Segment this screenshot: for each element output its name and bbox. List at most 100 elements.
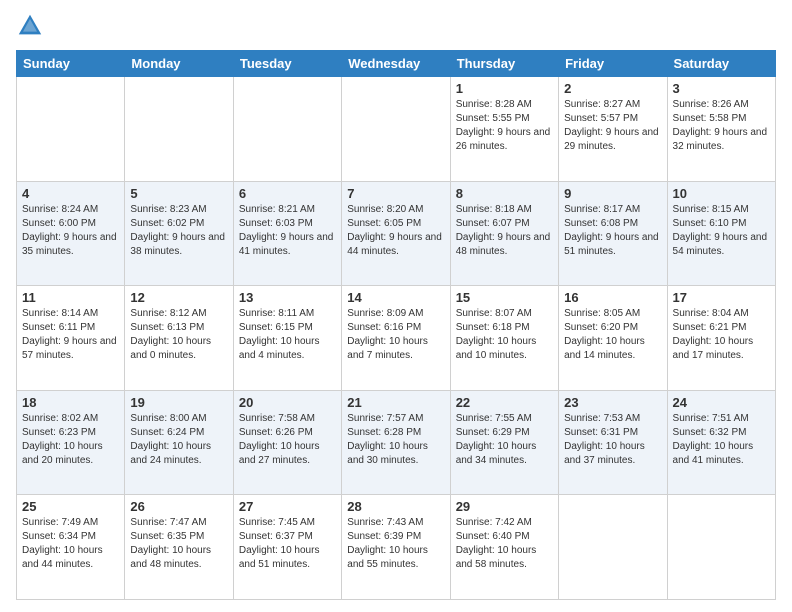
day-number: 5 (130, 186, 227, 201)
day-info: Sunrise: 7:57 AM Sunset: 6:28 PM Dayligh… (347, 412, 444, 468)
week-row-5: 25 Sunrise: 7:49 AM Sunset: 6:34 PM Dayli… (17, 495, 776, 600)
week-row-2: 4 Sunrise: 8:24 AM Sunset: 6:00 PM Daylig… (17, 181, 776, 286)
day-cell: 17 Sunrise: 8:04 AM Sunset: 6:21 PM Dayli… (667, 286, 775, 391)
day-info: Sunrise: 8:09 AM Sunset: 6:16 PM Dayligh… (347, 307, 444, 363)
day-number: 22 (456, 395, 553, 410)
day-cell: 18 Sunrise: 8:02 AM Sunset: 6:23 PM Dayli… (17, 390, 125, 495)
calendar-table: SundayMondayTuesdayWednesdayThursdayFrid… (16, 50, 776, 600)
day-info: Sunrise: 7:51 AM Sunset: 6:32 PM Dayligh… (673, 412, 770, 468)
day-number: 21 (347, 395, 444, 410)
day-cell: 12 Sunrise: 8:12 AM Sunset: 6:13 PM Dayli… (125, 286, 233, 391)
day-info: Sunrise: 7:53 AM Sunset: 6:31 PM Dayligh… (564, 412, 661, 468)
day-info: Sunrise: 7:58 AM Sunset: 6:26 PM Dayligh… (239, 412, 336, 468)
day-number: 2 (564, 81, 661, 96)
week-row-4: 18 Sunrise: 8:02 AM Sunset: 6:23 PM Dayli… (17, 390, 776, 495)
day-cell: 20Sunrise: 7:58 AM Sunset: 6:26 PM Dayli… (233, 390, 341, 495)
day-cell: 22 Sunrise: 7:55 AM Sunset: 6:29 PM Dayli… (450, 390, 558, 495)
logo (16, 12, 48, 40)
day-cell: 10 Sunrise: 8:15 AM Sunset: 6:10 PM Dayli… (667, 181, 775, 286)
day-number: 3 (673, 81, 770, 96)
header (16, 12, 776, 40)
weekday-header-saturday: Saturday (667, 51, 775, 77)
day-cell (342, 77, 450, 182)
day-info: Sunrise: 8:18 AM Sunset: 6:07 PM Dayligh… (456, 203, 553, 259)
day-info: Sunrise: 8:15 AM Sunset: 6:10 PM Dayligh… (673, 203, 770, 259)
day-info: Sunrise: 8:28 AM Sunset: 5:55 PM Dayligh… (456, 98, 553, 154)
day-info: Sunrise: 7:49 AM Sunset: 6:34 PM Dayligh… (22, 516, 119, 572)
day-number: 16 (564, 290, 661, 305)
day-cell: 21 Sunrise: 7:57 AM Sunset: 6:28 PM Dayli… (342, 390, 450, 495)
day-cell (559, 495, 667, 600)
day-number: 15 (456, 290, 553, 305)
day-number: 17 (673, 290, 770, 305)
day-number: 19 (130, 395, 227, 410)
weekday-header-sunday: Sunday (17, 51, 125, 77)
day-number: 9 (564, 186, 661, 201)
day-info: Sunrise: 8:21 AM Sunset: 6:03 PM Dayligh… (239, 203, 336, 259)
week-row-1: 1 Sunrise: 8:28 AM Sunset: 5:55 PM Daylig… (17, 77, 776, 182)
page: SundayMondayTuesdayWednesdayThursdayFrid… (0, 0, 792, 612)
day-cell: 2 Sunrise: 8:27 AM Sunset: 5:57 PM Daylig… (559, 77, 667, 182)
day-info: Sunrise: 7:47 AM Sunset: 6:35 PM Dayligh… (130, 516, 227, 572)
day-cell: 29 Sunrise: 7:42 AM Sunset: 6:40 PM Dayli… (450, 495, 558, 600)
day-info: Sunrise: 7:42 AM Sunset: 6:40 PM Dayligh… (456, 516, 553, 572)
day-info: Sunrise: 8:26 AM Sunset: 5:58 PM Dayligh… (673, 98, 770, 154)
day-number: 27 (239, 499, 336, 514)
day-cell: 6 Sunrise: 8:21 AM Sunset: 6:03 PM Daylig… (233, 181, 341, 286)
day-info: Sunrise: 8:02 AM Sunset: 6:23 PM Dayligh… (22, 412, 119, 468)
day-number: 25 (22, 499, 119, 514)
day-cell (233, 77, 341, 182)
day-cell: 11 Sunrise: 8:14 AM Sunset: 6:11 PM Dayli… (17, 286, 125, 391)
logo-icon (16, 12, 44, 40)
weekday-header-thursday: Thursday (450, 51, 558, 77)
day-cell: 3 Sunrise: 8:26 AM Sunset: 5:58 PM Daylig… (667, 77, 775, 182)
day-info: Sunrise: 7:45 AM Sunset: 6:37 PM Dayligh… (239, 516, 336, 572)
day-number: 11 (22, 290, 119, 305)
day-cell (667, 495, 775, 600)
day-number: 6 (239, 186, 336, 201)
day-cell: 14 Sunrise: 8:09 AM Sunset: 6:16 PM Dayli… (342, 286, 450, 391)
day-cell: 8 Sunrise: 8:18 AM Sunset: 6:07 PM Daylig… (450, 181, 558, 286)
day-info: Sunrise: 8:00 AM Sunset: 6:24 PM Dayligh… (130, 412, 227, 468)
day-number: 26 (130, 499, 227, 514)
day-info: Sunrise: 8:24 AM Sunset: 6:00 PM Dayligh… (22, 203, 119, 259)
day-info: Sunrise: 7:55 AM Sunset: 6:29 PM Dayligh… (456, 412, 553, 468)
day-cell: 5 Sunrise: 8:23 AM Sunset: 6:02 PM Daylig… (125, 181, 233, 286)
day-cell: 26 Sunrise: 7:47 AM Sunset: 6:35 PM Dayli… (125, 495, 233, 600)
day-cell: 23Sunrise: 7:53 AM Sunset: 6:31 PM Dayli… (559, 390, 667, 495)
day-number: 12 (130, 290, 227, 305)
day-number: 8 (456, 186, 553, 201)
day-cell: 24 Sunrise: 7:51 AM Sunset: 6:32 PM Dayli… (667, 390, 775, 495)
day-cell: 7Sunrise: 8:20 AM Sunset: 6:05 PM Daylig… (342, 181, 450, 286)
day-cell: 1 Sunrise: 8:28 AM Sunset: 5:55 PM Daylig… (450, 77, 558, 182)
day-info: Sunrise: 8:04 AM Sunset: 6:21 PM Dayligh… (673, 307, 770, 363)
day-number: 28 (347, 499, 444, 514)
day-info: Sunrise: 8:23 AM Sunset: 6:02 PM Dayligh… (130, 203, 227, 259)
day-cell (17, 77, 125, 182)
day-number: 1 (456, 81, 553, 96)
day-cell: 15Sunrise: 8:07 AM Sunset: 6:18 PM Dayli… (450, 286, 558, 391)
day-number: 13 (239, 290, 336, 305)
day-info: Sunrise: 8:14 AM Sunset: 6:11 PM Dayligh… (22, 307, 119, 363)
weekday-header-tuesday: Tuesday (233, 51, 341, 77)
day-cell: 13Sunrise: 8:11 AM Sunset: 6:15 PM Dayli… (233, 286, 341, 391)
day-number: 4 (22, 186, 119, 201)
day-info: Sunrise: 7:43 AM Sunset: 6:39 PM Dayligh… (347, 516, 444, 572)
weekday-header-friday: Friday (559, 51, 667, 77)
day-info: Sunrise: 8:27 AM Sunset: 5:57 PM Dayligh… (564, 98, 661, 154)
day-info: Sunrise: 8:05 AM Sunset: 6:20 PM Dayligh… (564, 307, 661, 363)
day-cell: 27 Sunrise: 7:45 AM Sunset: 6:37 PM Dayli… (233, 495, 341, 600)
day-number: 24 (673, 395, 770, 410)
day-cell (125, 77, 233, 182)
day-number: 18 (22, 395, 119, 410)
weekday-header-row: SundayMondayTuesdayWednesdayThursdayFrid… (17, 51, 776, 77)
day-number: 10 (673, 186, 770, 201)
day-number: 14 (347, 290, 444, 305)
day-info: Sunrise: 8:12 AM Sunset: 6:13 PM Dayligh… (130, 307, 227, 363)
weekday-header-wednesday: Wednesday (342, 51, 450, 77)
day-number: 29 (456, 499, 553, 514)
day-cell: 16 Sunrise: 8:05 AM Sunset: 6:20 PM Dayli… (559, 286, 667, 391)
day-cell: 25 Sunrise: 7:49 AM Sunset: 6:34 PM Dayli… (17, 495, 125, 600)
day-info: Sunrise: 8:17 AM Sunset: 6:08 PM Dayligh… (564, 203, 661, 259)
day-info: Sunrise: 8:20 AM Sunset: 6:05 PM Dayligh… (347, 203, 444, 259)
